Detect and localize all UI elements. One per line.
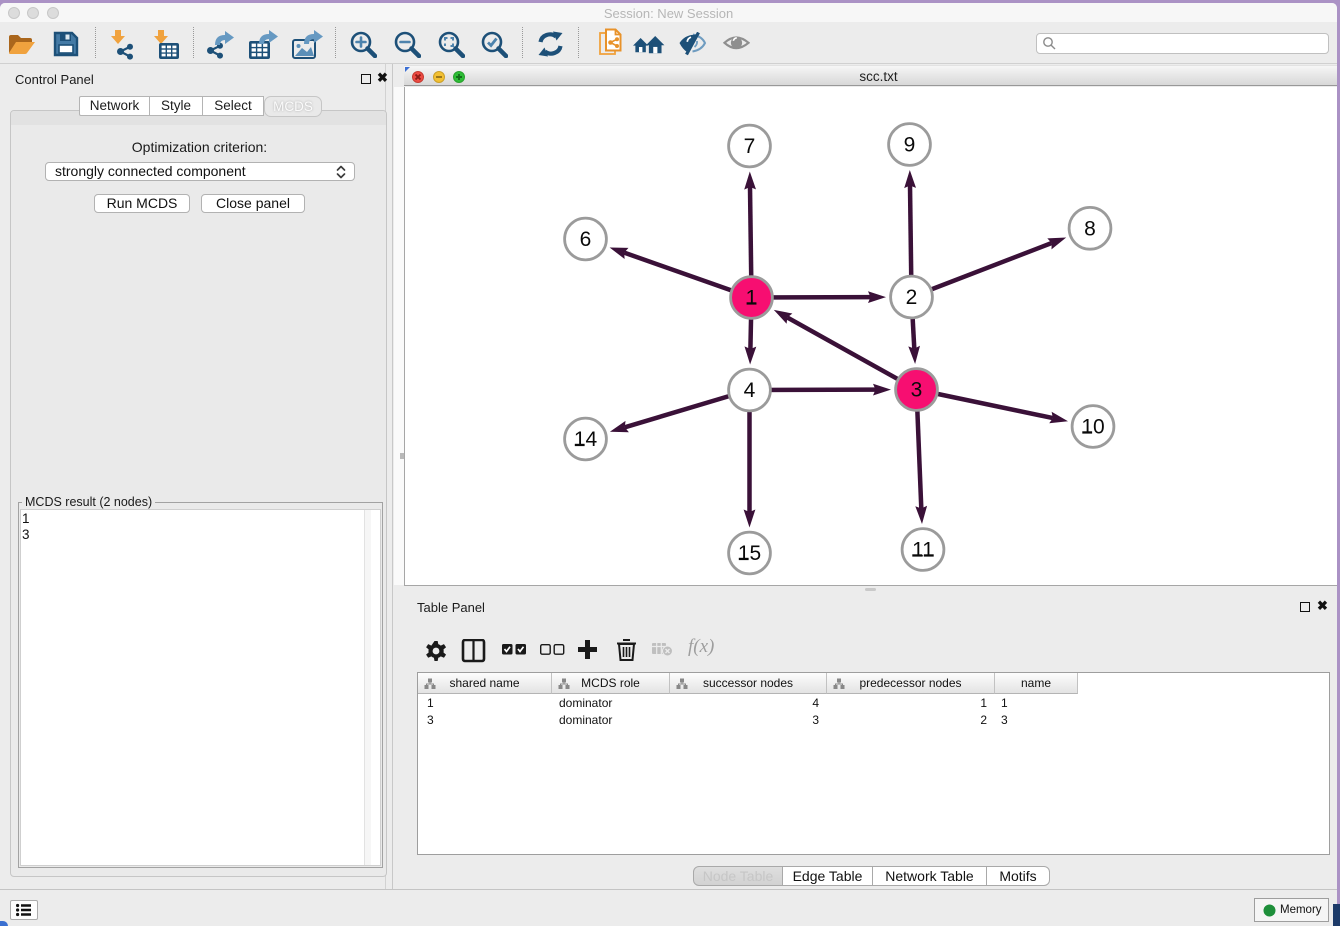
svg-text:2: 2	[906, 286, 918, 309]
svg-text:8: 8	[1084, 217, 1096, 240]
svg-text:15: 15	[738, 542, 761, 565]
svg-text:11: 11	[912, 539, 934, 562]
svg-text:7: 7	[744, 135, 756, 158]
svg-text:3: 3	[911, 379, 923, 402]
svg-text:9: 9	[904, 134, 916, 157]
svg-text:4: 4	[744, 379, 756, 402]
svg-text:14: 14	[574, 428, 598, 451]
svg-text:1: 1	[746, 287, 758, 310]
svg-text:10: 10	[1081, 416, 1104, 439]
svg-text:6: 6	[580, 228, 592, 251]
